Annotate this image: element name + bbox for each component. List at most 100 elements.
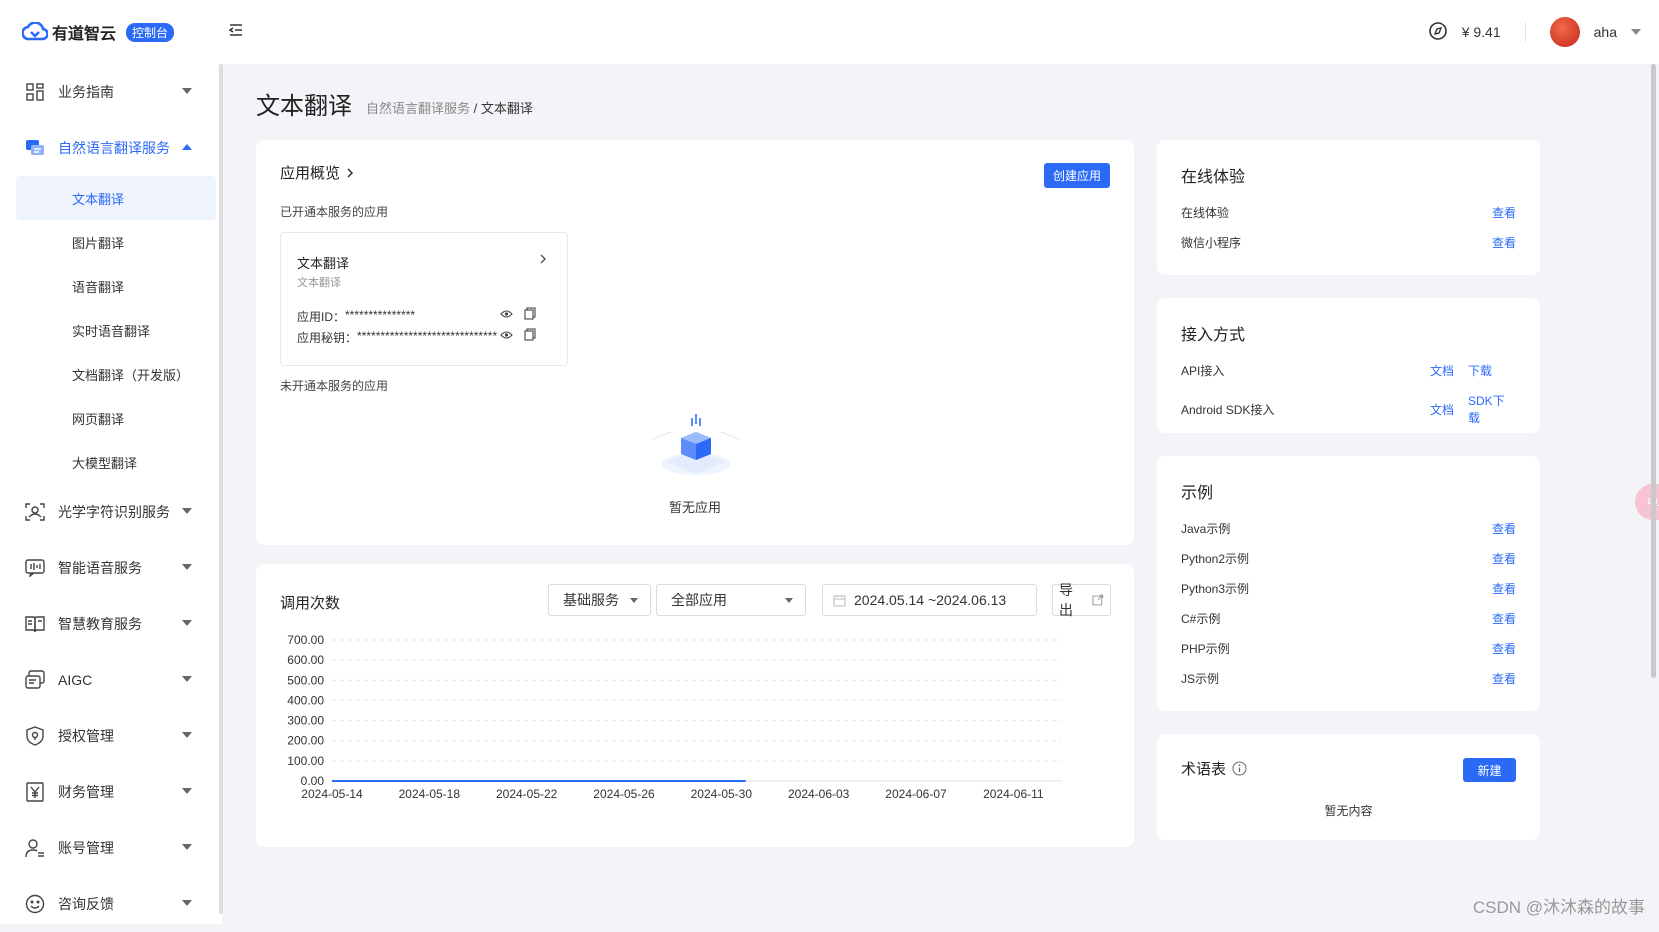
calls-card: 调用次数 基础服务 全部应用 2024.05.14 ~2024.06.13 导出… (256, 564, 1134, 847)
view-link[interactable]: 查看 (1492, 520, 1516, 537)
copy-icon[interactable] (524, 328, 536, 341)
sidebar-group-voice[interactable]: 智能语音服务 (0, 540, 222, 596)
access-row-label: Android SDK接入 (1181, 401, 1274, 418)
eye-icon[interactable] (500, 309, 513, 319)
username[interactable]: aha (1594, 24, 1617, 40)
breadcrumb-parent[interactable]: 自然语言翻译服务 (366, 101, 470, 116)
enabled-apps-label: 已开通本服务的应用 (280, 203, 388, 220)
overview-title: 应用概览 (280, 162, 340, 183)
breadcrumb-current: 文本翻译 (481, 101, 533, 116)
chevron-down-icon (182, 564, 192, 570)
app-select[interactable]: 全部应用 (656, 584, 806, 616)
app-id-label: 应用ID： (297, 308, 345, 325)
online-row: 在线体验 查看 (1181, 204, 1516, 221)
service-select[interactable]: 基础服务 (548, 584, 651, 616)
sidebar-item-llm-translate[interactable]: 大模型翻译 (0, 440, 222, 484)
y-tick-label: 300.00 (287, 714, 324, 728)
glossary-card: 术语表 新建 暂无内容 (1157, 734, 1540, 840)
view-link[interactable]: 查看 (1492, 670, 1516, 687)
sidebar-item-web-translate[interactable]: 网页翻译 (0, 396, 222, 440)
sidebar-group-ocr[interactable]: 光学字符识别服务 (0, 484, 222, 540)
brand-name: 有道智云 (52, 20, 116, 44)
x-tick-label: 2024-05-14 (301, 787, 363, 801)
y-tick-label: 700.00 (287, 633, 324, 647)
sidebar-group-label: 光学字符识别服务 (58, 502, 222, 522)
online-card: 在线体验 在线体验 查看 微信小程序 查看 (1157, 140, 1540, 275)
compass-icon[interactable] (1428, 21, 1448, 44)
calls-chart: 700.00600.00500.00400.00300.00200.00100.… (256, 624, 1134, 844)
create-app-button[interactable]: 创建应用 (1044, 163, 1110, 188)
chevron-down-icon (182, 88, 192, 94)
sidebar-item-realtime-speech[interactable]: 实时语音翻译 (0, 308, 222, 352)
view-link[interactable]: 查看 (1492, 580, 1516, 597)
sidebar-group-label: 授权管理 (58, 726, 222, 746)
sidebar-group-account[interactable]: 账号管理 (0, 820, 222, 876)
copy-icon[interactable] (524, 307, 536, 320)
sidebar-group-auth[interactable]: 授权管理 (0, 708, 222, 764)
example-row: Python2示例 查看 (1181, 550, 1516, 567)
app-card[interactable]: 文本翻译 文本翻译 应用ID： *************** 应用秘钥： **… (280, 232, 568, 366)
example-label: JS示例 (1181, 670, 1219, 687)
page-scrollbar[interactable] (1651, 64, 1656, 678)
sidebar-group-aigc[interactable]: AIGC (0, 652, 222, 708)
balance: ¥ 9.41 (1462, 24, 1501, 40)
view-link[interactable]: 查看 (1492, 640, 1516, 657)
chevron-up-icon (182, 144, 192, 150)
view-link[interactable]: 查看 (1492, 234, 1516, 251)
console-badge: 控制台 (126, 23, 174, 42)
empty-apps-text: 暂无应用 (256, 497, 1134, 516)
app-id-value: *************** (345, 308, 415, 325)
empty-box-illustration (641, 410, 751, 482)
chevron-down-icon (182, 844, 192, 850)
chevron-down-icon (182, 620, 192, 626)
access-row: API接入 文档 下载 (1181, 362, 1516, 379)
sdk-download-link[interactable]: SDK下载 (1468, 392, 1516, 426)
service-select-value: 基础服务 (563, 590, 619, 610)
chevron-down-icon[interactable] (1631, 29, 1641, 35)
date-range-picker[interactable]: 2024.05.14 ~2024.06.13 (822, 584, 1037, 616)
access-title: 接入方式 (1181, 321, 1245, 345)
example-label: Java示例 (1181, 520, 1230, 537)
view-link[interactable]: 查看 (1492, 204, 1516, 221)
export-button[interactable]: 导出 (1052, 584, 1111, 616)
example-label: PHP示例 (1181, 640, 1230, 657)
sidebar-group-education[interactable]: 智慧教育服务 (0, 596, 222, 652)
doc-link[interactable]: 文档 (1430, 401, 1454, 418)
yuan-icon (24, 781, 46, 803)
x-tick-label: 2024-05-18 (399, 787, 461, 801)
chevron-right-icon[interactable] (539, 253, 547, 265)
sidebar-item-speech-translate[interactable]: 语音翻译 (0, 264, 222, 308)
view-link[interactable]: 查看 (1492, 610, 1516, 627)
sidebar-group-finance[interactable]: 财务管理 (0, 764, 222, 820)
sidebar-group-guide[interactable]: 业务指南 (0, 64, 222, 120)
doc-link[interactable]: 文档 (1430, 362, 1454, 379)
avatar[interactable] (1550, 17, 1580, 47)
page-title: 文本翻译 (256, 86, 352, 121)
view-link[interactable]: 查看 (1492, 550, 1516, 567)
x-tick-label: 2024-06-03 (788, 787, 850, 801)
glossary-title: 术语表 (1181, 758, 1226, 779)
example-label: Python2示例 (1181, 550, 1249, 567)
info-icon[interactable] (1232, 761, 1247, 776)
example-row: Python3示例 查看 (1181, 580, 1516, 597)
example-label: Python3示例 (1181, 580, 1249, 597)
breadcrumb-separator: / (474, 101, 478, 116)
collapse-sidebar-icon[interactable] (228, 22, 246, 40)
eye-icon[interactable] (500, 330, 513, 340)
sidebar-item-text-translate[interactable]: 文本翻译 (16, 176, 216, 220)
sidebar-item-document-translate[interactable]: 文档翻译（开发版） (0, 352, 222, 396)
disabled-apps-label: 未开通本服务的应用 (280, 377, 388, 394)
sidebar-group-nlp[interactable]: 自然语言翻译服务 (0, 120, 222, 176)
sidebar-item-image-translate[interactable]: 图片翻译 (0, 220, 222, 264)
translate-chat-icon (24, 137, 46, 159)
overview-header[interactable]: 应用概览 (280, 162, 354, 183)
app-id-row: 应用ID： *************** (297, 308, 415, 325)
access-row-label: API接入 (1181, 362, 1224, 379)
sidebar-group-label: 咨询反馈 (58, 894, 222, 914)
sidebar: 业务指南 自然语言翻译服务 文本翻译 图片翻译 语音翻译 实时语音翻译 文档翻译… (0, 64, 222, 924)
download-link[interactable]: 下载 (1468, 362, 1516, 379)
logo[interactable]: 有道智云 控制台 (22, 20, 174, 44)
example-row: C#示例查看 (1181, 610, 1516, 627)
new-term-button[interactable]: 新建 (1463, 758, 1516, 782)
x-tick-label: 2024-05-26 (593, 787, 655, 801)
